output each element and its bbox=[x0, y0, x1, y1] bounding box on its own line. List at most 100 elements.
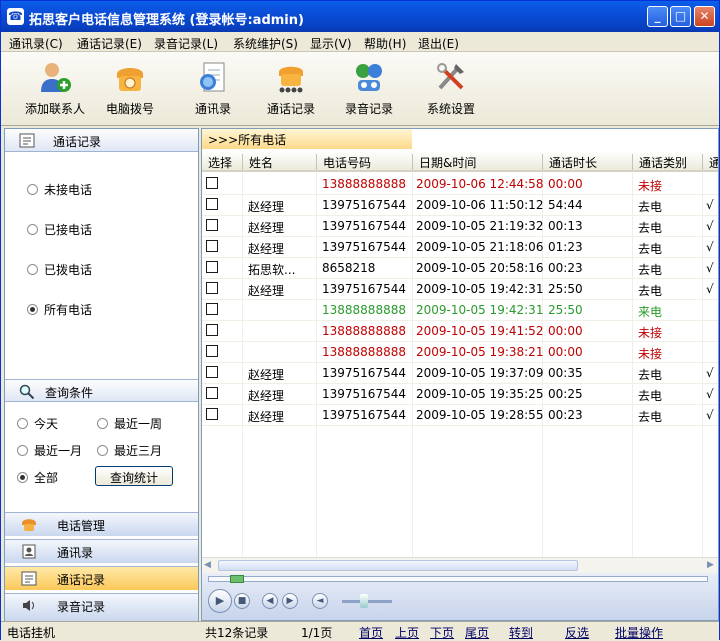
table-row[interactable]: 赵经理 13975167544 2009-10-05 19:35:25 00:25 去电… bbox=[202, 384, 718, 405]
menu-system[interactable]: 系统维护(S) bbox=[233, 35, 298, 52]
table-row[interactable]: 赵经理 13975167544 2009-10-05 19:28:55 00:23 去电… bbox=[202, 405, 718, 426]
prev-page-link[interactable]: 上页 bbox=[395, 624, 419, 641]
rewind-icon[interactable]: ◀ bbox=[262, 593, 278, 609]
add-contact-button[interactable]: 添加联系人 bbox=[15, 56, 95, 122]
period-week-radio[interactable]: 最近一周 bbox=[97, 415, 162, 432]
playback-progress-track[interactable] bbox=[208, 576, 708, 582]
table-row[interactable]: 13888888888 2009-10-05 19:41:52 00:00 未接 bbox=[202, 321, 718, 342]
phone-dial-button[interactable]: 电脑拨号 bbox=[90, 56, 170, 122]
address-book-button[interactable]: 通讯录 bbox=[173, 56, 253, 122]
col-extra[interactable]: 通 bbox=[702, 154, 718, 170]
col-name[interactable]: 姓名 bbox=[242, 154, 273, 170]
nav-recordings[interactable]: 录音记录 bbox=[5, 593, 198, 621]
record-count: 共12条记录 bbox=[205, 626, 269, 640]
scroll-right-arrow-icon[interactable]: ▶ bbox=[707, 560, 714, 570]
cell-datetime: 2009-10-06 11:50:12 bbox=[416, 198, 544, 212]
menu-help[interactable]: 帮助(H) bbox=[364, 35, 406, 52]
settings-tools-button[interactable]: 系统设置 bbox=[411, 56, 491, 122]
goto-page-link[interactable]: 转到 bbox=[509, 624, 533, 641]
title-bar[interactable]: ☎ 拓思客户电话信息管理系统 (登录帐号:admin) _ □ ✕ bbox=[1, 1, 719, 32]
col-datetime[interactable]: 日期&时间 bbox=[412, 154, 476, 170]
table-row[interactable]: 赵经理 13975167544 2009-10-05 21:19:32 00:13 去电… bbox=[202, 216, 718, 237]
call-record-button[interactable]: 通话记录 bbox=[251, 56, 331, 122]
period-today-radio[interactable]: 今天 bbox=[17, 415, 58, 432]
cell-duration: 25:50 bbox=[548, 282, 583, 296]
col-duration[interactable]: 通话时长 bbox=[542, 154, 597, 170]
nav-address-book-label: 通讯录 bbox=[57, 546, 94, 560]
nav-phone-management[interactable]: 电话管理 bbox=[5, 512, 198, 536]
row-checkbox[interactable] bbox=[206, 219, 218, 231]
row-checkbox[interactable] bbox=[206, 408, 218, 420]
row-checkbox[interactable] bbox=[206, 282, 218, 294]
row-checkbox[interactable] bbox=[206, 261, 218, 273]
batch-operation-link[interactable]: 批量操作 bbox=[615, 624, 663, 641]
cell-extra: √ bbox=[706, 366, 714, 380]
scroll-thumb[interactable] bbox=[218, 560, 578, 571]
filter-received-radio[interactable]: 已接电话 bbox=[27, 221, 92, 238]
menu-exit[interactable]: 退出(E) bbox=[418, 35, 459, 52]
sidebar: 通话记录 未接电话 已接电话 已拨电话 所有电话 查询条件 今天 最近一周 最近… bbox=[4, 128, 199, 621]
next-page-link[interactable]: 下页 bbox=[430, 624, 454, 641]
volume-thumb[interactable] bbox=[360, 594, 368, 608]
cell-type: 未接 bbox=[638, 179, 663, 193]
address-book-label: 通讯录 bbox=[194, 102, 231, 116]
row-checkbox[interactable] bbox=[206, 345, 218, 357]
forward-icon[interactable]: ▶ bbox=[282, 593, 298, 609]
stop-icon[interactable]: ■ bbox=[234, 593, 250, 609]
cell-datetime: 2009-10-05 19:35:25 bbox=[416, 387, 544, 401]
table-row[interactable]: 拓思软... 8658218 2009-10-05 20:58:16 00:23 去电 √ bbox=[202, 258, 718, 279]
col-type[interactable]: 通话类别 bbox=[632, 154, 687, 170]
minimize-button[interactable]: _ bbox=[647, 6, 668, 27]
volume-icon[interactable]: ◄ bbox=[312, 593, 328, 609]
filter-all-radio[interactable]: 所有电话 bbox=[27, 301, 92, 318]
cell-phone: 13975167544 bbox=[322, 366, 406, 380]
row-checkbox[interactable] bbox=[206, 303, 218, 315]
row-checkbox[interactable] bbox=[206, 177, 218, 189]
row-checkbox[interactable] bbox=[206, 366, 218, 378]
table-row[interactable]: 赵经理 13975167544 2009-10-05 21:18:06 01:23 去电… bbox=[202, 237, 718, 258]
last-page-link[interactable]: 尾页 bbox=[465, 624, 489, 641]
filter-dialed-radio[interactable]: 已拨电话 bbox=[27, 261, 92, 278]
recording-button[interactable]: 录音记录 bbox=[329, 56, 409, 122]
maximize-button[interactable]: □ bbox=[670, 6, 691, 27]
cell-datetime: 2009-10-05 19:37:09 bbox=[416, 366, 544, 380]
cell-duration: 00:00 bbox=[548, 345, 583, 359]
col-phone[interactable]: 电话号码 bbox=[316, 154, 371, 170]
table-row[interactable]: 13888888888 2009-10-06 12:44:58 00:00 未接 bbox=[202, 174, 718, 195]
filter-missed-radio[interactable]: 未接电话 bbox=[27, 181, 92, 198]
row-checkbox[interactable] bbox=[206, 387, 218, 399]
table-row[interactable]: 13888888888 2009-10-05 19:42:31 25:50 来电 bbox=[202, 300, 718, 321]
radio-circle bbox=[97, 418, 108, 429]
close-button[interactable]: ✕ bbox=[694, 6, 715, 27]
horizontal-scrollbar[interactable]: ◀ ▶ bbox=[202, 557, 718, 573]
scroll-left-arrow-icon[interactable]: ◀ bbox=[204, 560, 211, 570]
row-checkbox[interactable] bbox=[206, 324, 218, 336]
first-page-link[interactable]: 首页 bbox=[359, 624, 383, 641]
period-month-radio[interactable]: 最近一月 bbox=[17, 442, 82, 459]
cell-datetime: 2009-10-06 12:44:58 bbox=[416, 177, 544, 191]
col-select[interactable]: 选择 bbox=[202, 154, 232, 170]
menu-call-records[interactable]: 通话记录(E) bbox=[77, 35, 142, 52]
menu-recordings[interactable]: 录音记录(L) bbox=[154, 35, 218, 52]
table-row[interactable]: 赵经理 13975167544 2009-10-05 19:42:31 25:50 去电… bbox=[202, 279, 718, 300]
table-row[interactable]: 赵经理 13975167544 2009-10-05 19:37:09 00:35 去电… bbox=[202, 363, 718, 384]
table-row[interactable]: 13888888888 2009-10-05 19:38:21 00:00 未接 bbox=[202, 342, 718, 363]
row-checkbox[interactable] bbox=[206, 240, 218, 252]
query-stats-button[interactable]: 查询统计 bbox=[95, 466, 173, 486]
play-icon[interactable]: ▶ bbox=[208, 589, 232, 613]
menu-contacts[interactable]: 通讯录(C) bbox=[9, 35, 63, 52]
playback-position-thumb[interactable] bbox=[230, 575, 244, 583]
period-3months-radio[interactable]: 最近三月 bbox=[97, 442, 162, 459]
radio-circle-selected bbox=[27, 304, 38, 315]
period-all-radio[interactable]: 全部 bbox=[17, 469, 58, 486]
cell-duration: 01:23 bbox=[548, 240, 583, 254]
menu-view[interactable]: 显示(V) bbox=[310, 35, 352, 52]
table-row[interactable]: 赵经理 13975167544 2009-10-06 11:50:12 54:44 去电… bbox=[202, 195, 718, 216]
nav-call-records[interactable]: 通话记录 bbox=[5, 566, 198, 590]
cell-name: 赵经理 bbox=[248, 410, 285, 424]
window-title: 拓思客户电话信息管理系统 (登录帐号:admin) bbox=[29, 13, 304, 28]
cell-phone: 13975167544 bbox=[322, 219, 406, 233]
invert-selection-link[interactable]: 反选 bbox=[565, 624, 589, 641]
nav-address-book[interactable]: 通讯录 bbox=[5, 539, 198, 563]
row-checkbox[interactable] bbox=[206, 198, 218, 210]
